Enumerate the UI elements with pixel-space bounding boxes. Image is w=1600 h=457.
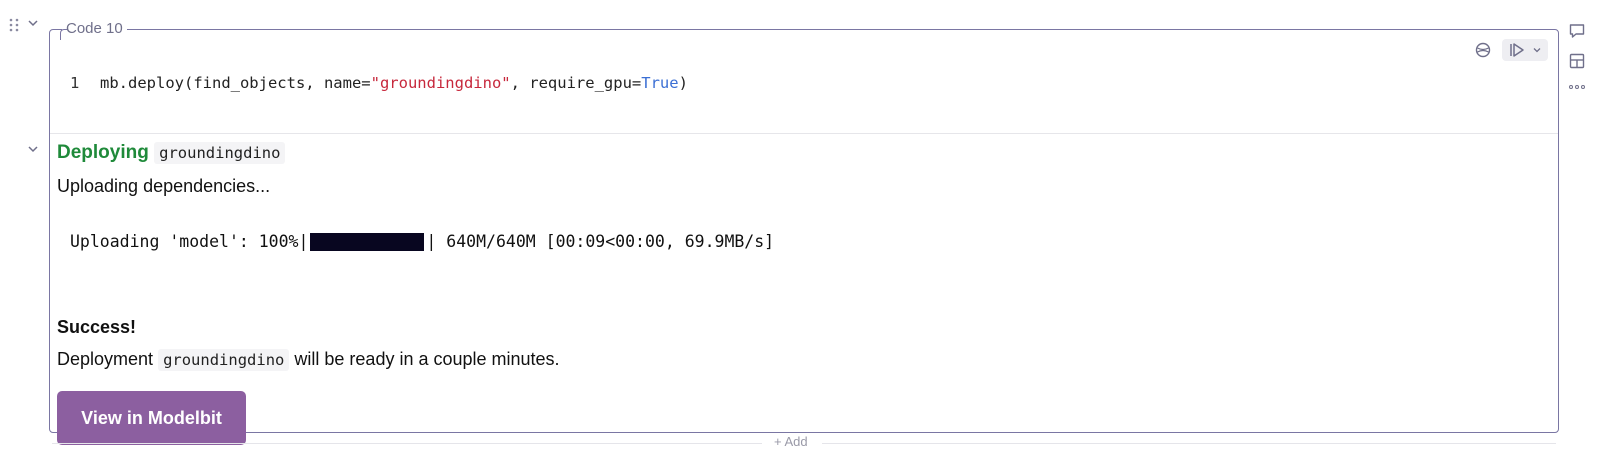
ready-name-chip: groundingdino bbox=[158, 349, 290, 371]
add-divider-left bbox=[52, 443, 762, 444]
code-line[interactable]: 1 mb.deploy(find_objects, name="grounding… bbox=[70, 74, 688, 92]
progress-suffix: 640M/640M [00:09<00:00, 69.9MB/s] bbox=[436, 232, 775, 251]
cell-toolbar bbox=[1474, 39, 1548, 61]
deploying-line: Deploying groundingdino bbox=[57, 142, 286, 164]
dependencies-icon[interactable] bbox=[1474, 41, 1492, 59]
run-cell-group[interactable] bbox=[1502, 39, 1548, 61]
run-options-chevron-icon[interactable] bbox=[1532, 45, 1542, 55]
progress-bar bbox=[310, 232, 425, 251]
deploying-label: Deploying bbox=[57, 142, 149, 163]
add-cell-button[interactable]: + Add bbox=[768, 434, 814, 449]
progress-right-sep: | bbox=[426, 232, 437, 251]
ready-message: Deployment groundingdino will be ready i… bbox=[57, 349, 560, 371]
upload-progress-line: Uploading 'model': 100% | | 640M/640M [00:… bbox=[70, 232, 774, 251]
comment-icon[interactable] bbox=[1568, 22, 1586, 40]
deployment-name-chip: groundingdino bbox=[154, 142, 286, 164]
code-call: mb.deploy(find_objects, name= bbox=[100, 74, 371, 92]
more-options-icon[interactable] bbox=[1568, 82, 1586, 92]
success-label: Success! bbox=[57, 317, 137, 337]
code-keyword: True bbox=[641, 74, 679, 92]
line-number: 1 bbox=[70, 74, 80, 92]
add-cell-row: + Add bbox=[52, 433, 1556, 453]
drag-handle-icon[interactable] bbox=[8, 18, 22, 34]
right-rail bbox=[1568, 22, 1586, 92]
collapse-output-chevron-icon[interactable] bbox=[26, 142, 40, 156]
progress-left-sep: | bbox=[298, 232, 309, 251]
layout-icon[interactable] bbox=[1568, 52, 1586, 70]
code-closing: ) bbox=[678, 74, 688, 92]
ready-suffix: will be ready in a couple minutes. bbox=[294, 349, 560, 369]
run-cell-icon[interactable] bbox=[1508, 42, 1526, 58]
code-kwarg: , require_gpu= bbox=[510, 74, 642, 92]
add-divider-right bbox=[822, 443, 1556, 444]
collapse-code-chevron-icon[interactable] bbox=[26, 16, 40, 30]
code-string: "groundingdino" bbox=[370, 74, 511, 92]
code-cell: Code 10 1 mb.deploy(find_objects, name="g… bbox=[49, 20, 1559, 445]
code-editor[interactable]: 1 mb.deploy(find_objects, name="grounding… bbox=[50, 30, 1558, 134]
progress-prefix: Uploading 'model': 100% bbox=[70, 232, 299, 251]
uploading-dependencies-text: Uploading dependencies... bbox=[57, 176, 271, 196]
progress-bar-fill bbox=[310, 232, 425, 251]
ready-prefix: Deployment bbox=[57, 349, 154, 369]
